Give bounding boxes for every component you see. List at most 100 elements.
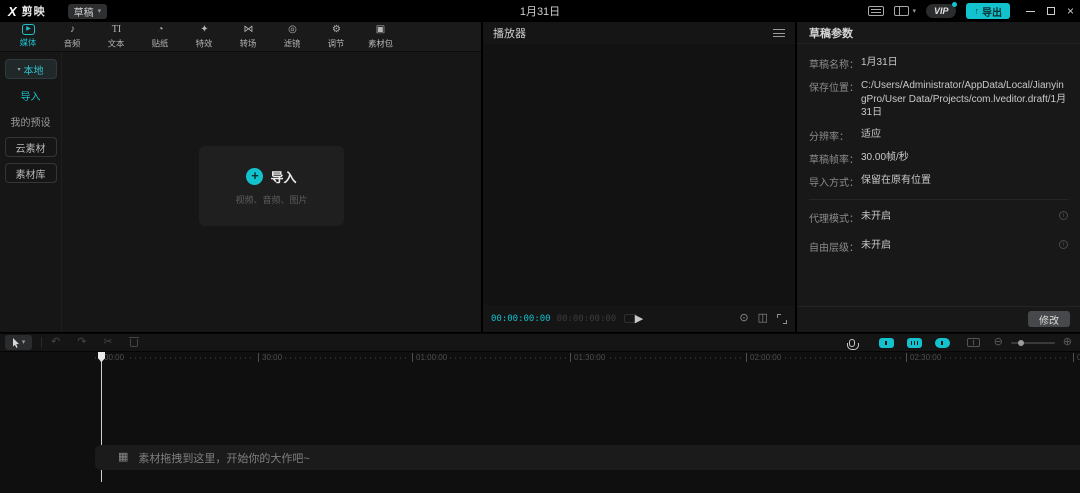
export-label: 导出 — [982, 4, 1002, 19]
info-icon[interactable] — [1059, 240, 1068, 249]
keyboard-shortcuts-icon[interactable] — [868, 6, 884, 16]
track-dropzone[interactable]: ▦ 素材拖拽到这里，开始你的大作吧~ — [95, 445, 1080, 470]
info-icon[interactable] — [1059, 211, 1068, 220]
param-row-save-location: 保存位置： C:/Users/Administrator/AppData/Loc… — [809, 79, 1068, 120]
import-button-label: 导入 — [270, 167, 296, 186]
chevron-down-icon: ▾ — [22, 339, 26, 346]
dropzone-hint-text: 素材拖拽到这里，开始你的大作吧~ — [138, 450, 309, 466]
sidebar-item-import[interactable]: 导入 — [5, 85, 57, 105]
media-play-icon: ▶ — [22, 24, 35, 35]
sidebar-item-cloud-assets[interactable]: 云素材 — [5, 137, 57, 157]
ruler-label: 01:00:00 — [409, 353, 450, 362]
media-library-panel: ▶ 媒体 ♪ 音频 TI 文本 ◔ 贴纸 ✦ 特效 ⋈ 转场 ◎ 滤镜 ⚙ 调节 — [0, 22, 481, 332]
delete-icon[interactable] — [130, 339, 138, 347]
app-name: 剪映 — [22, 3, 46, 19]
tab-effects[interactable]: ✦ 特效 — [186, 24, 223, 50]
tab-sticker[interactable]: ◔ 贴纸 — [142, 24, 179, 50]
main-track-magnet-toggle[interactable] — [879, 338, 894, 348]
player-menu-icon[interactable] — [773, 29, 785, 37]
draft-params-title: 草稿参数 — [809, 25, 853, 41]
music-note-icon: ♪ — [70, 24, 75, 36]
player-viewport[interactable] — [483, 44, 795, 305]
window-close-button[interactable]: × — [1067, 5, 1074, 17]
tab-transition[interactable]: ⋈ 转场 — [230, 24, 267, 50]
chevron-down-icon: ▾ — [912, 8, 916, 15]
document-title: 1月31日 — [520, 3, 560, 19]
title-bar: X 剪映 草稿 ▾ 1月31日 ▾ VIP ↑ 导出 × — [0, 0, 1080, 22]
import-hint-text: 视频、音频、图片 — [235, 193, 307, 206]
timeline-area[interactable]: 00:00 30:00 01:00:00 01:30:00 02:00:00 0… — [0, 352, 1080, 493]
plus-icon: + — [246, 168, 263, 185]
modify-button[interactable]: 修改 — [1028, 311, 1070, 327]
window-minimize-button[interactable] — [1026, 11, 1035, 12]
player-title: 播放器 — [493, 25, 526, 41]
param-row-resolution: 分辨率： 适应 — [809, 128, 1068, 143]
divider — [809, 199, 1068, 200]
triangle-down-icon: ▾ — [17, 66, 20, 73]
window-maximize-button[interactable] — [1047, 7, 1055, 15]
media-sidebar: ▾ 本地 导入 我的预设 云素材 素材库 — [0, 52, 62, 332]
sidebar-item-my-presets[interactable]: 我的预设 — [5, 111, 57, 131]
media-content-area: + 导入 视频、音频、图片 — [62, 52, 481, 332]
sticker-icon: ◔ — [157, 24, 163, 36]
record-audio-mic-icon[interactable] — [849, 339, 855, 347]
redo-icon[interactable]: ↷ — [77, 337, 86, 348]
cursor-icon — [12, 338, 20, 348]
split-icon[interactable]: ✂ — [103, 337, 112, 348]
tab-asset-pack[interactable]: ▣ 素材包 — [362, 24, 399, 50]
link-toggle[interactable] — [935, 338, 950, 348]
draft-menu-button[interactable]: 草稿 ▾ — [68, 4, 108, 19]
ruler-label: 02:00:00 — [743, 353, 784, 362]
layout-icon — [894, 6, 909, 16]
tab-media[interactable]: ▶ 媒体 — [10, 24, 47, 49]
preview-axis-toggle[interactable] — [967, 338, 980, 347]
ruler-label: 02:30:00 — [903, 353, 944, 362]
aspect-ratio-icon[interactable]: ◫ — [758, 313, 768, 324]
select-tool-button[interactable]: ▾ — [5, 335, 32, 350]
text-ti-icon: TI — [112, 24, 121, 36]
timeline-zoom-out-button[interactable]: ⊖ — [994, 337, 1003, 348]
upload-icon: ↑ — [974, 6, 979, 16]
param-row-proxy-mode: 代理模式： 未开启 — [809, 210, 1068, 225]
timeline-zoom-slider[interactable] — [1011, 342, 1055, 344]
media-tabstrip: ▶ 媒体 ♪ 音频 TI 文本 ◔ 贴纸 ✦ 特效 ⋈ 转场 ◎ 滤镜 ⚙ 调节 — [0, 22, 481, 52]
app-logo-icon: X — [8, 5, 17, 18]
adjust-sliders-icon: ⚙ — [332, 24, 341, 36]
total-time: 00:00:00:00 — [557, 314, 617, 324]
filter-circles-icon: ◎ — [288, 24, 297, 36]
tab-audio[interactable]: ♪ 音频 — [54, 24, 91, 50]
current-time: 00:00:00:00 — [491, 314, 551, 324]
play-button[interactable]: ▶ — [635, 312, 643, 325]
media-file-icon: ▦ — [118, 452, 128, 463]
fullscreen-icon[interactable] — [777, 314, 787, 324]
vip-badge[interactable]: VIP — [926, 4, 957, 18]
timeline-zoom-in-button[interactable]: ⊕ — [1063, 337, 1072, 348]
auto-snap-toggle[interactable] — [907, 338, 922, 348]
layout-switch-button[interactable]: ▾ — [894, 6, 916, 16]
import-dropzone-card[interactable]: + 导入 视频、音频、图片 — [199, 146, 344, 226]
undo-icon[interactable]: ↶ — [51, 337, 60, 348]
app-logo: X 剪映 — [0, 3, 46, 19]
timeline-toolbar: ▾ ↶ ↷ ✂ ⊖ ⊕ — [0, 333, 1080, 352]
param-row-framerate: 草稿帧率： 30.00帧/秒 — [809, 151, 1068, 166]
zoom-slider-thumb[interactable] — [1018, 340, 1024, 346]
ruler-label: 30:00 — [255, 353, 285, 362]
divider — [797, 306, 1080, 307]
tab-text[interactable]: TI 文本 — [98, 24, 135, 50]
player-control-bar: 00:00:00:00 00:00:00:00 ▶ ⊙ ◫ — [483, 305, 795, 332]
param-row-import-mode: 导入方式： 保留在原有位置 — [809, 174, 1068, 189]
export-button[interactable]: ↑ 导出 — [966, 3, 1010, 19]
preview-quality-icon[interactable]: ⊙ — [739, 313, 748, 324]
param-row-free-layer: 自由层级： 未开启 — [809, 239, 1068, 254]
draft-menu-label: 草稿 — [74, 4, 94, 19]
chevron-down-icon: ▾ — [98, 8, 102, 15]
sparkle-icon: ✦ — [200, 24, 208, 36]
transition-bowtie-icon: ⋈ — [244, 24, 254, 36]
ruler-label: 01:30:00 — [567, 353, 608, 362]
sidebar-item-asset-library[interactable]: 素材库 — [5, 163, 57, 183]
tab-filter[interactable]: ◎ 滤镜 — [274, 24, 311, 50]
divider — [41, 337, 42, 348]
sidebar-item-local[interactable]: ▾ 本地 — [5, 59, 57, 79]
param-row-name: 草稿名称： 1月31日 — [809, 56, 1068, 71]
tab-adjust[interactable]: ⚙ 调节 — [318, 24, 355, 50]
